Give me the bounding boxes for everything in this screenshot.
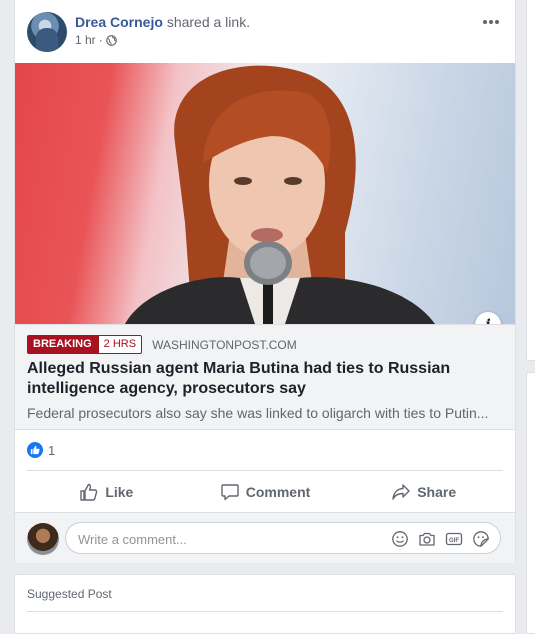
link-domain: WASHINGTONPOST.COM	[152, 337, 297, 352]
camera-icon[interactable]	[418, 530, 436, 548]
breaking-badge: BREAKING	[27, 335, 98, 354]
post-meta: 1 hr ·	[75, 33, 117, 47]
link-badges: BREAKING 2 HRS WASHINGTONPOST.COM	[27, 335, 297, 354]
right-column-card	[526, 0, 535, 361]
post-timestamp[interactable]: 1 hr	[75, 33, 96, 47]
share-icon	[392, 484, 410, 500]
author-name[interactable]: Drea Cornejo	[75, 14, 163, 30]
svg-text:GIF: GIF	[449, 538, 459, 544]
comment-box[interactable]: GIF	[65, 522, 501, 555]
emoji-icon[interactable]	[391, 530, 409, 548]
like-button[interactable]: Like	[27, 476, 186, 508]
feed-post: Drea Cornejo shared a link. 1 hr · BREAK…	[14, 0, 516, 563]
thumbs-up-icon	[80, 483, 98, 501]
like-label: Like	[105, 484, 134, 500]
sticker-icon[interactable]	[472, 530, 490, 548]
post-actions: Like Comment Share	[27, 476, 503, 508]
reactions-divider	[27, 470, 503, 471]
reaction-count: 1	[48, 442, 56, 458]
comment-label: Comment	[245, 484, 311, 500]
link-preview-image[interactable]	[15, 63, 515, 324]
ellipsis-icon	[483, 20, 499, 24]
share-button[interactable]: Share	[344, 476, 503, 508]
globe-icon[interactable]	[105, 34, 117, 46]
comment-input[interactable]	[76, 523, 380, 555]
suggested-post-title: Suggested Post	[27, 587, 112, 601]
link-headline[interactable]: Alleged Russian agent Maria Butina had t…	[27, 359, 503, 399]
comment-icon	[221, 484, 239, 501]
comment-tools: GIF	[391, 530, 490, 548]
suggested-divider	[27, 611, 503, 612]
portrait-illustration	[125, 65, 435, 324]
author-avatar[interactable]	[27, 12, 67, 52]
reaction-summary[interactable]: 1	[27, 442, 55, 458]
comment-composer: GIF	[15, 512, 515, 563]
age-badge: 2 HRS	[97, 335, 143, 354]
suggested-post-card: Suggested Post	[14, 574, 516, 634]
post-options-button[interactable]	[479, 12, 503, 32]
gif-icon[interactable]: GIF	[445, 530, 463, 548]
link-preview-text[interactable]: BREAKING 2 HRS WASHINGTONPOST.COM Allege…	[15, 324, 515, 430]
post-header: Drea Cornejo shared a link. 1 hr ·	[27, 12, 503, 52]
like-reaction-icon	[27, 442, 43, 458]
right-column-card-2	[526, 372, 535, 634]
share-label: Share	[417, 484, 457, 500]
link-description: Federal prosecutors also say she was lin…	[27, 405, 489, 421]
post-byline: Drea Cornejo shared a link.	[75, 14, 250, 30]
current-user-avatar[interactable]	[27, 523, 59, 555]
post-action-text: shared a link.	[166, 14, 251, 30]
comment-button[interactable]: Comment	[186, 476, 345, 508]
meta-separator: ·	[98, 33, 103, 47]
